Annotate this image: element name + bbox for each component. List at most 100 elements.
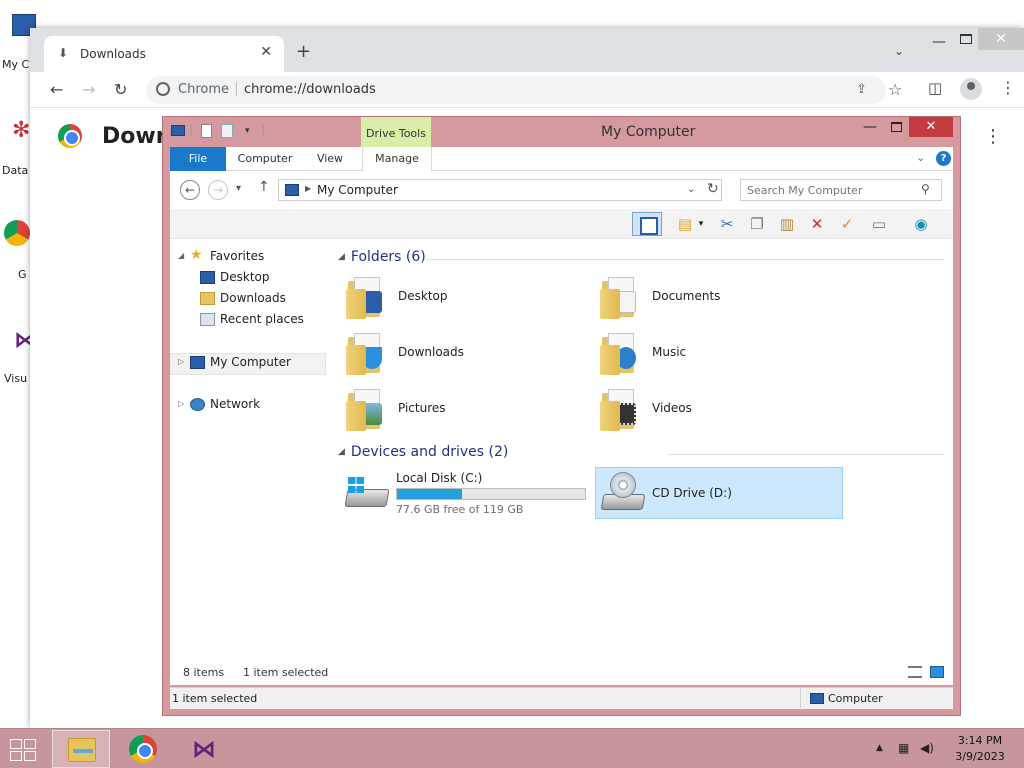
folder-music[interactable]: Music <box>600 327 850 379</box>
address-dropdown-chevron-icon[interactable]: ⌄ <box>687 184 695 195</box>
chrome-menu-icon[interactable]: ⋮ <box>1000 78 1016 97</box>
pictures-folder-icon <box>346 387 386 431</box>
system-clock[interactable]: 3:14 PM 3/9/2023 <box>950 733 1010 765</box>
help-icon[interactable]: ? <box>936 151 951 166</box>
desktop-icon-label: Data <box>2 164 29 177</box>
drive-usage-fill <box>397 489 463 499</box>
new-tab-icon[interactable]: + <box>296 41 311 62</box>
tab-search-chevron-icon[interactable]: ⌄ <box>894 44 904 58</box>
tab-computer[interactable]: Computer <box>234 147 296 171</box>
collapse-chevron-icon[interactable]: ◢ <box>338 252 345 262</box>
bookmark-star-icon[interactable]: ☆ <box>888 80 902 99</box>
cd-drive-icon <box>600 472 646 512</box>
taskbar-visual-studio[interactable]: ⋈ <box>176 730 234 768</box>
volume-icon[interactable]: ◀) <box>920 741 934 755</box>
folder-documents[interactable]: Documents <box>600 271 850 323</box>
start-button[interactable] <box>10 739 38 761</box>
properties-icon[interactable] <box>201 124 212 138</box>
up-arrow-icon[interactable]: ↑ <box>258 179 270 195</box>
layout-chevron-icon[interactable]: ▾ <box>694 212 708 236</box>
windows-logo-pane <box>10 751 22 761</box>
paste-icon[interactable]: ▥ <box>774 212 800 236</box>
delete-icon[interactable]: ✕ <box>804 212 830 236</box>
show-hidden-icons-chevron-icon[interactable]: ▲ <box>876 743 883 753</box>
minimize-icon[interactable]: — <box>863 119 877 135</box>
omnibox-url[interactable]: chrome://downloads <box>244 82 376 97</box>
breadcrumb-chevron-icon[interactable]: ▶ <box>305 184 311 193</box>
nav-label: Downloads <box>220 291 286 305</box>
chrome-logo-icon <box>58 124 82 148</box>
close-window-icon[interactable]: ✕ <box>909 117 953 137</box>
tab-manage[interactable]: Manage <box>362 147 432 171</box>
reload-icon[interactable]: ↻ <box>114 80 127 99</box>
maximize-icon[interactable] <box>960 34 972 44</box>
clock-time: 3:14 PM <box>957 734 1003 747</box>
close-window-icon[interactable]: ✕ <box>978 28 1024 50</box>
maximize-icon[interactable] <box>891 122 902 132</box>
back-arrow-icon[interactable]: ← <box>180 180 200 200</box>
customize-toolbar-chevron-icon[interactable]: ▾ <box>245 126 250 136</box>
collapse-chevron-icon[interactable]: ◢ <box>178 251 184 260</box>
details-view-icon[interactable] <box>908 666 922 678</box>
preview-pane-icon[interactable] <box>632 212 662 236</box>
folder-pictures[interactable]: Pictures <box>346 383 596 435</box>
expand-chevron-icon[interactable]: ▷ <box>178 399 184 408</box>
status-divider <box>800 688 801 710</box>
expand-ribbon-chevron-icon[interactable]: ⌄ <box>916 151 925 164</box>
cut-icon[interactable]: ✂ <box>714 212 740 236</box>
collapse-chevron-icon[interactable]: ◢ <box>338 447 345 457</box>
folders-group-header[interactable]: ◢ Folders (6) <box>338 249 426 265</box>
tab-downloads[interactable]: ⬇ Downloads ✕ <box>44 36 284 72</box>
copy-icon[interactable]: ❐ <box>744 212 770 236</box>
minimize-icon[interactable]: — <box>932 34 946 50</box>
address-path[interactable]: My Computer <box>317 183 398 197</box>
network-globe-icon[interactable]: ◉ <box>908 212 934 236</box>
computer-icon <box>285 184 299 196</box>
search-input[interactable] <box>741 180 917 200</box>
more-actions-icon[interactable]: ⋮ <box>984 126 1002 147</box>
large-icons-view-icon[interactable] <box>930 666 944 678</box>
new-folder-icon[interactable] <box>221 124 233 138</box>
share-icon[interactable]: ⇪ <box>856 82 867 97</box>
drive-local-disk-c[interactable]: Local Disk (C:) 77.6 GB free of 119 GB <box>340 467 588 519</box>
desktop-icon-label: Visu <box>4 372 28 385</box>
quick-access-separator: | <box>189 123 194 137</box>
folder-videos[interactable]: Videos <box>600 383 850 435</box>
tab-view[interactable]: View <box>310 147 350 171</box>
drive-tools-contextual-tab: Drive Tools <box>361 117 431 147</box>
computer-icon <box>810 693 824 704</box>
search-icon[interactable]: ⚲ <box>921 182 930 196</box>
tab-file[interactable]: File <box>170 147 226 171</box>
windows-logo-icon <box>10 739 22 749</box>
rename-check-icon[interactable]: ✓ <box>834 212 860 236</box>
refresh-icon[interactable]: ↻ <box>707 181 719 197</box>
chrome-icon <box>129 735 157 763</box>
network-icon <box>190 398 205 411</box>
taskbar-file-explorer[interactable] <box>52 730 110 768</box>
network-tray-icon[interactable]: ▦ <box>898 741 909 755</box>
profile-avatar-icon[interactable] <box>960 78 982 100</box>
folder-name: Downloads <box>398 345 464 359</box>
documents-folder-icon <box>600 275 640 319</box>
side-panel-icon[interactable]: ◫ <box>928 79 942 97</box>
forward-arrow-icon[interactable]: → <box>208 180 228 200</box>
explorer-title-bar[interactable]: | ▾ | Drive Tools My Computer — ✕ <box>163 117 960 147</box>
expand-chevron-icon[interactable]: ▷ <box>178 357 184 366</box>
recent-places-icon <box>200 313 215 326</box>
address-box[interactable]: ▶ My Computer ⌄ ↻ <box>278 179 722 201</box>
omnibox[interactable]: Chrome | chrome://downloads ⇪ ☆ <box>146 76 902 104</box>
map-drive-icon[interactable]: ▭ <box>866 212 892 236</box>
taskbar-chrome[interactable] <box>114 730 172 768</box>
computer-icon <box>171 125 185 136</box>
search-box[interactable]: ⚲ <box>740 179 942 201</box>
folder-desktop[interactable]: Desktop <box>346 271 596 323</box>
back-arrow-icon[interactable]: ← <box>50 80 63 99</box>
devices-group-header[interactable]: ◢ Devices and drives (2) <box>338 444 508 460</box>
folder-downloads[interactable]: Downloads <box>346 327 596 379</box>
file-explorer-icon <box>68 738 96 762</box>
folder-name: Desktop <box>398 289 448 303</box>
recent-locations-chevron-icon[interactable]: ▾ <box>236 183 241 194</box>
drive-cd-d[interactable]: CD Drive (D:) <box>595 467 843 519</box>
forward-arrow-icon[interactable]: → <box>82 80 95 99</box>
close-tab-icon[interactable]: ✕ <box>260 44 272 60</box>
